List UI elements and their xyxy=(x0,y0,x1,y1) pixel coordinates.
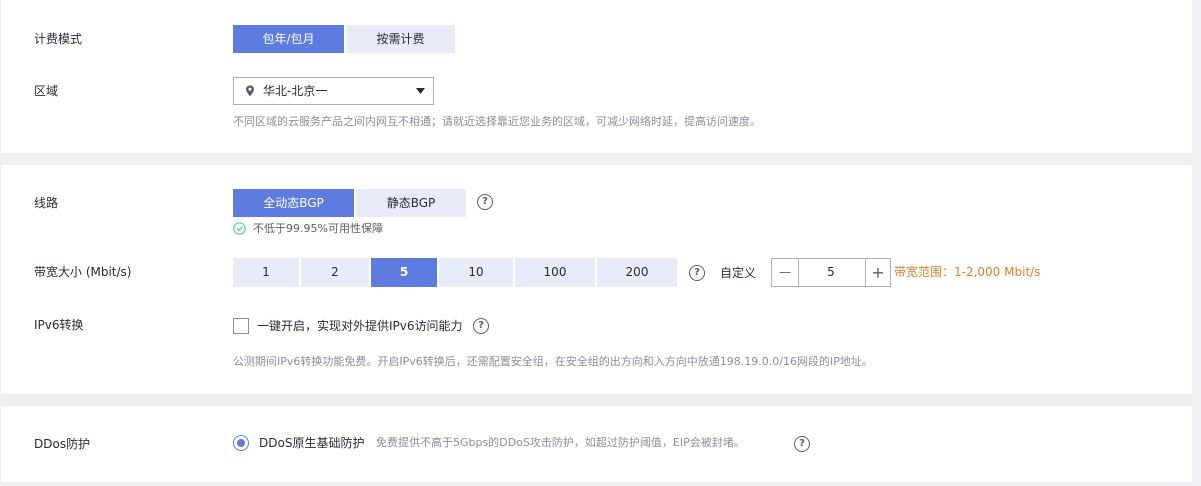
ipv6-checkbox-label[interactable]: 一键开启，实现对外提供IPv6访问能力 xyxy=(257,318,463,334)
bandwidth-option-100[interactable]: 100 xyxy=(515,258,595,287)
billing-mode-group: 包年/包月 按需计费 xyxy=(233,25,455,53)
bandwidth-option-2[interactable]: 2 xyxy=(301,258,369,287)
bandwidth-group: 1 2 5 10 100 200 xyxy=(233,258,677,287)
ddos-description: 免费提供不高于5Gbps的DDoS攻击防护，如超过防护阈值，EIP会被封堵。 xyxy=(376,436,745,449)
bandwidth-option-10[interactable]: 10 xyxy=(439,258,513,287)
bandwidth-stepper: — 5 + xyxy=(771,258,891,287)
region-hint: 不同区域的云服务产品之间内网互不相通；请就近选择靠近您业务的区域，可减少网络时延… xyxy=(233,115,761,128)
bandwidth-option-5[interactable]: 5 xyxy=(371,258,437,287)
bandwidth-range-text: 带宽范围：1-2,000 Mbit/s xyxy=(894,265,1041,279)
region-select-value: 华北-北京一 xyxy=(263,84,328,98)
stepper-decrement-button[interactable]: — xyxy=(772,259,799,286)
stepper-increment-button[interactable]: + xyxy=(865,259,890,286)
bandwidth-option-1[interactable]: 1 xyxy=(233,258,299,287)
bandwidth-help-icon[interactable]: ? xyxy=(689,265,705,281)
bandwidth-input[interactable]: 5 xyxy=(799,259,863,286)
billing-option-yearly-monthly[interactable]: 包年/包月 xyxy=(233,25,344,53)
line-group: 全动态BGP 静态BGP xyxy=(233,189,466,217)
ddos-card: DDos防护 DDoS原生基础防护 免费提供不高于5Gbps的DDoS攻击防护，… xyxy=(1,406,1192,482)
custom-bandwidth-label: 自定义 xyxy=(720,266,757,280)
line-option-static-bgp[interactable]: 静态BGP xyxy=(356,189,466,217)
caret-down-icon xyxy=(416,88,425,94)
ddos-option-label[interactable]: DDoS原生基础防护 xyxy=(259,435,364,451)
ddos-help-icon[interactable]: ? xyxy=(794,436,810,452)
line-option-dynamic-bgp[interactable]: 全动态BGP xyxy=(233,189,354,217)
line-label: 线路 xyxy=(34,196,59,210)
ipv6-label: IPv6转换 xyxy=(34,318,84,332)
region-label: 区域 xyxy=(34,84,59,98)
billing-mode-label: 计费模式 xyxy=(34,32,83,46)
ipv6-hint: 公测期间IPv6转换功能免费。开启IPv6转换后，还需配置安全组，在安全组的出方… xyxy=(233,355,873,368)
check-circle-icon xyxy=(233,222,246,235)
ddos-label: DDos防护 xyxy=(34,437,91,451)
ipv6-checkbox[interactable] xyxy=(233,318,249,334)
network-card: 线路 全动态BGP 静态BGP ? 不低于99.95%可用性保障 带宽大小 (M… xyxy=(1,165,1192,394)
bandwidth-option-200[interactable]: 200 xyxy=(597,258,677,287)
line-help-icon[interactable]: ? xyxy=(477,194,493,210)
availability-guarantee: 不低于99.95%可用性保障 xyxy=(253,222,383,235)
ipv6-help-icon[interactable]: ? xyxy=(473,318,489,334)
ddos-radio[interactable] xyxy=(233,435,249,451)
billing-region-card: 计费模式 包年/包月 按需计费 区域 华北-北京一 不同区域的云服务产品之间内网… xyxy=(1,0,1192,153)
region-select[interactable]: 华北-北京一 xyxy=(233,77,434,105)
location-pin-icon xyxy=(246,85,254,97)
bandwidth-label: 带宽大小 (Mbit/s) xyxy=(34,265,132,279)
ddos-radio-dot xyxy=(237,439,245,447)
billing-option-on-demand[interactable]: 按需计费 xyxy=(346,25,455,53)
